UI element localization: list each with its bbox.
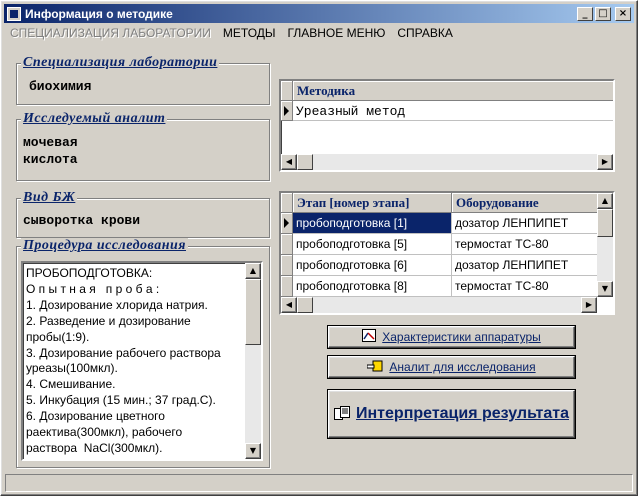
procedure-line: уреазы(100мкл).	[26, 361, 118, 376]
scroll-down-button[interactable]: ▼	[245, 443, 261, 459]
procedure-line: пробы(1:9).	[26, 329, 90, 344]
procedure-line: 4. Смешивание.	[26, 377, 116, 392]
stage-cell[interactable]: пробоподготовка [5]	[293, 234, 452, 255]
scroll-thumb[interactable]	[297, 154, 313, 170]
scroll-thumb[interactable]	[245, 279, 261, 345]
method-hscrollbar[interactable]: ◀ ▶	[281, 154, 613, 170]
minimize-button[interactable]: _	[577, 6, 593, 21]
analyte-group: Исследуемый аналит мочевая кислота	[16, 111, 270, 181]
analyte-button-label: Аналит для исследования	[389, 360, 536, 374]
menu-item-methods[interactable]: МЕТОДЫ	[217, 26, 282, 40]
document-icon	[334, 405, 351, 423]
scroll-up-button[interactable]: ▲	[245, 263, 261, 279]
sample-type-title: Вид БЖ	[21, 190, 78, 206]
scroll-thumb[interactable]	[297, 297, 313, 313]
analyte-title: Исследуемый аналит	[21, 111, 168, 127]
grid-corner	[281, 81, 293, 101]
analyte-value: мочевая кислота	[23, 135, 78, 167]
equipment-column-header[interactable]: Оборудование	[452, 193, 599, 213]
chart-icon	[362, 329, 377, 345]
procedure-line: 1. Дозирование хлорида натрия.	[26, 297, 208, 312]
sample-type-value: сыворотка крови	[23, 213, 141, 228]
maximize-button[interactable]: □	[595, 6, 611, 21]
interpret-button-label: Интерпретация результата	[356, 405, 569, 422]
window-title: Информация о методике	[25, 6, 173, 21]
stage-cell[interactable]: пробоподготовка [6]	[293, 255, 452, 276]
scroll-left-button[interactable]: ◀	[281, 154, 297, 170]
scroll-up-button[interactable]: ▲	[597, 193, 613, 209]
equipment-cell[interactable]: дозатор ЛЕНПИПЕТ	[452, 255, 599, 276]
interpret-result-button[interactable]: Интерпретация результата	[328, 390, 575, 438]
menu-item-main-menu[interactable]: ГЛАВНОЕ МЕНЮ	[282, 26, 392, 40]
row-indicator[interactable]	[281, 276, 293, 297]
row-indicator[interactable]	[281, 234, 293, 255]
stage-hscrollbar[interactable]: ◀ ▶	[281, 297, 597, 313]
equipment-cell[interactable]: термостат ТС-80	[452, 234, 599, 255]
specialization-title: Специализация лаборатории	[21, 55, 220, 71]
analyte-for-research-button[interactable]: Аналит для исследования	[328, 356, 575, 378]
current-row-arrow-icon	[284, 218, 289, 228]
procedure-line: 2. Разведение и дозирование	[26, 313, 191, 328]
menu-item-specialization[interactable]: СПЕЦИАЛИЗАЦИЯ ЛАБОРАТОРИИ	[4, 26, 217, 40]
equipment-characteristics-button[interactable]: Характеристики аппаратуры	[328, 326, 575, 348]
main-window: Информация о методике _ □ × СПЕЦИАЛИЗАЦИ…	[0, 0, 638, 496]
procedure-textarea[interactable]: ПРОБОПОДГОТОВКА: О п ы т н а я п р о б а…	[21, 261, 263, 461]
scroll-left-button[interactable]: ◀	[281, 297, 297, 313]
equipment-cell[interactable]: термостат ТС-80	[452, 276, 599, 297]
stage-cell[interactable]: пробоподготовка [8]	[293, 276, 452, 297]
sample-type-group: Вид БЖ сыворотка крови	[16, 190, 270, 238]
method-grid[interactable]: Методика Уреазный метод ◀ ▶	[279, 79, 615, 172]
stage-grid[interactable]: Этап [номер этапа] Оборудование пробопод…	[279, 191, 615, 315]
procedure-text: ПРОБОПОДГОТОВКА: О п ы т н а я п р о б а…	[26, 266, 246, 457]
current-row-arrow-icon	[284, 105, 289, 116]
scroll-down-button[interactable]: ▼	[597, 281, 613, 297]
row-indicator[interactable]	[281, 101, 293, 121]
procedure-line: раектива(300мкл), рабочего	[26, 425, 183, 440]
menu-bar: СПЕЦИАЛИЗАЦИЯ ЛАБОРАТОРИИ МЕТОДЫ ГЛАВНОЕ…	[4, 24, 634, 42]
procedure-line: О п ы т н а я п р о б а :	[26, 281, 160, 296]
close-button[interactable]: ×	[615, 6, 631, 21]
scroll-right-button[interactable]: ▶	[581, 297, 597, 313]
stage-cell[interactable]: пробоподготовка [1]	[293, 213, 452, 234]
procedure-line: 6. Дозирование цветного	[26, 409, 165, 424]
row-indicator[interactable]	[281, 213, 293, 234]
grid-corner	[281, 193, 293, 213]
procedure-title: Процедура исследования	[21, 238, 188, 254]
procedure-line: 5. Инкубация (15 мин.; 37 град.С).	[26, 393, 216, 408]
procedure-line: раствора NaCl(300мкл).	[26, 440, 163, 455]
method-cell[interactable]: Уреазный метод	[293, 101, 613, 121]
equipment-cell[interactable]: дозатор ЛЕНПИПЕТ	[452, 213, 599, 234]
menu-item-help[interactable]: СПРАВКА	[391, 26, 459, 40]
title-bar[interactable]: Информация о методике _ □ ×	[4, 4, 634, 23]
specialization-group: Специализация лаборатории биохимия	[16, 55, 270, 105]
method-column-header[interactable]: Методика	[293, 81, 613, 101]
row-indicator[interactable]	[281, 255, 293, 276]
stage-vscrollbar[interactable]: ▲ ▼	[597, 193, 613, 297]
procedure-line: ПРОБОПОДГОТОВКА:	[26, 266, 153, 280]
procedure-scrollbar[interactable]: ▲ ▼	[245, 263, 261, 459]
procedure-line: 3. Дозирование рабочего раствора	[26, 345, 221, 360]
scroll-thumb[interactable]	[597, 209, 613, 237]
equipment-button-label: Характеристики аппаратуры	[382, 330, 541, 344]
scroll-right-button[interactable]: ▶	[597, 154, 613, 170]
stage-column-header[interactable]: Этап [номер этапа]	[293, 193, 452, 213]
specialization-value: биохимия	[29, 79, 92, 94]
app-icon[interactable]	[7, 6, 21, 21]
status-bar	[5, 474, 633, 492]
hand-pointer-icon	[366, 360, 383, 375]
